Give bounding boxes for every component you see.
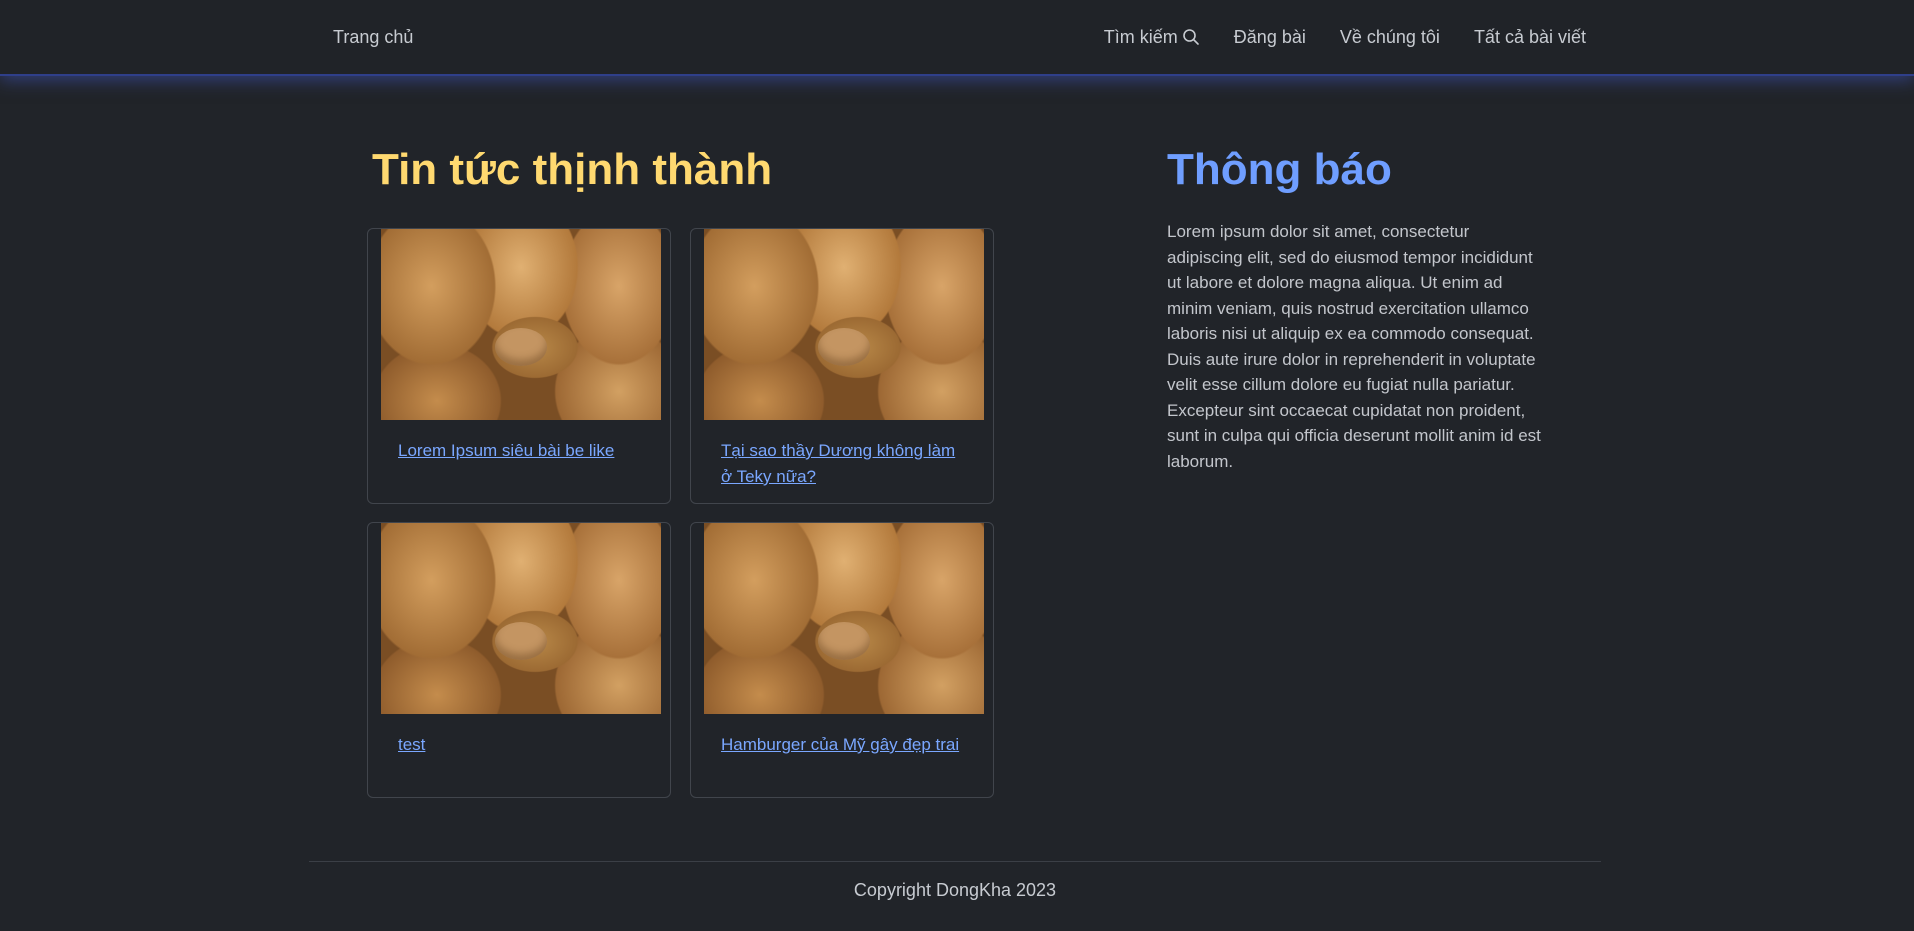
news-card-image[interactable] [381,523,661,714]
news-card-image[interactable] [704,229,984,420]
trending-news-title: Tin tức thịnh thành [372,145,773,194]
cat-image-detail [495,328,547,367]
cat-image-detail [818,622,870,661]
nav-post-link[interactable]: Đăng bài [1234,27,1306,48]
news-grid: Lorem Ipsum siêu bài be like Tại sao thầ… [367,228,996,798]
news-card-title-link[interactable]: Lorem Ipsum siêu bài be like [398,438,648,464]
nav-home-link[interactable]: Trang chủ [333,27,413,48]
copyright-text: Copyright DongKha 2023 [853,880,1057,900]
navbar-inner: Trang chủ Tìm kiếm Đăng bài Về chúng tôi… [333,0,1586,74]
cat-image-detail [495,622,547,661]
announcement-section: Thông báo Lorem ipsum dolor sit amet, co… [1167,140,1541,491]
news-card-title-link[interactable]: Hamburger của Mỹ gây đẹp trai [721,732,971,758]
news-card[interactable]: Tại sao thầy Dương không làm ở Teky nữa? [690,228,994,504]
trending-news-section: Tin tức thịnh thành Lorem Ipsum siêu bài… [367,140,1001,798]
news-card-title-link[interactable]: Tại sao thầy Dương không làm ở Teky nữa? [721,438,971,490]
announcement-title: Thông báo [1167,145,1392,194]
nav-search-link[interactable]: Tìm kiếm [1104,27,1200,48]
announcement-text: Lorem ipsum dolor sit amet, consectetur … [1167,222,1541,471]
news-card-title-link[interactable]: test [398,732,648,758]
news-card[interactable]: Lorem Ipsum siêu bài be like [367,228,671,504]
news-card[interactable]: test [367,522,671,798]
cat-image-detail [818,328,870,367]
search-icon [1182,29,1199,45]
news-card-image[interactable] [704,523,984,714]
nav-all-posts-link[interactable]: Tất cả bài viết [1474,27,1586,48]
news-card-image[interactable] [381,229,661,420]
news-card[interactable]: Hamburger của Mỹ gây đẹp trai [690,522,994,798]
nav-about-link[interactable]: Về chúng tôi [1340,27,1440,48]
footer: Copyright DongKha 2023 [309,861,1601,931]
navbar: Trang chủ Tìm kiếm Đăng bài Về chúng tôi… [0,0,1914,76]
nav-search-label: Tìm kiếm [1103,26,1178,47]
nav-right: Tìm kiếm Đăng bài Về chúng tôi Tất cả bà… [1104,27,1586,48]
